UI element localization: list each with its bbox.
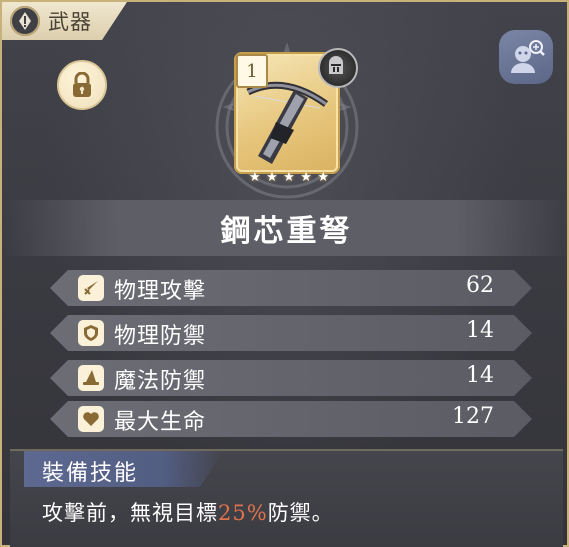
stat-row-magic-defense: 魔法防禦 14 (50, 360, 532, 396)
stat-label: 最大生命 (114, 410, 207, 435)
skill-description: 攻擊前，無視目標25%防禦。 (42, 497, 334, 527)
skill-title: 裝備技能 (42, 461, 139, 486)
info-exclamation-icon (10, 6, 40, 36)
star-icon: ★ (266, 170, 278, 185)
star-icon: ★ (300, 170, 312, 185)
stat-row-physical-defense: 物理防禦 14 (50, 315, 532, 351)
stat-label: 物理防禦 (114, 324, 207, 349)
star-icon: ★ (249, 170, 261, 185)
shield-icon (78, 320, 104, 346)
star-icon: ★ (283, 170, 295, 185)
lock-icon (73, 72, 91, 97)
character-magnify-icon (511, 40, 545, 73)
skill-desc-part: 攻擊前，無視目標 (42, 501, 218, 525)
skill-desc-part: 防禦。 (267, 501, 334, 525)
item-star-rating: ★ ★ ★ ★ ★ (249, 170, 329, 186)
inspect-button[interactable] (499, 30, 553, 84)
stat-value: 62 (466, 273, 494, 298)
sword-icon (78, 275, 104, 301)
equipment-detail-panel: 武器 1 ★ ★ ★ ★ ★ 鋼芯重弩 物理攻擊 62 物理防禦 14 魔法防禦… (0, 0, 569, 547)
item-level: 1 (236, 54, 268, 88)
stat-value: 14 (466, 363, 494, 388)
item-name: 鋼芯重弩 (220, 214, 353, 249)
stat-value: 127 (452, 404, 494, 429)
wizard-hat-icon (78, 365, 104, 391)
stat-label: 魔法防禦 (114, 369, 207, 394)
lock-button[interactable] (57, 60, 107, 110)
stat-row-max-hp: 最大生命 127 (50, 401, 532, 437)
star-icon: ★ (317, 170, 329, 185)
stat-value: 14 (466, 318, 494, 343)
skill-desc-highlight: 25% (218, 501, 268, 525)
heart-icon (78, 406, 104, 432)
item-title-band: 鋼芯重弩 (2, 200, 569, 256)
category-label: 武器 (48, 10, 92, 34)
stat-row-physical-attack: 物理攻擊 62 (50, 270, 532, 306)
stat-label: 物理攻擊 (114, 279, 207, 304)
knight-helmet-icon (318, 48, 358, 88)
category-tab: 武器 (2, 2, 127, 40)
